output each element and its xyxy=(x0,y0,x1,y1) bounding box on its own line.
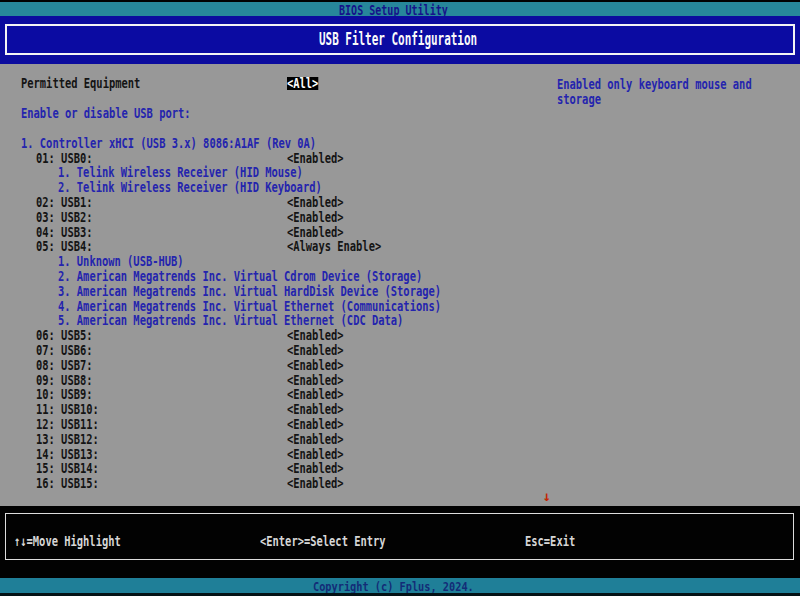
usb-row-label: 3. American Megatrends Inc. Virtual Hard… xyxy=(58,284,441,298)
usb-row-label: 08: USB7: xyxy=(36,358,93,372)
hint-exit: Esc=Exit xyxy=(525,534,575,548)
usb-list-row[interactable]: 15: USB14: <Enabled> xyxy=(0,461,800,476)
usb-list-row: 4. American Megatrends Inc. Virtual Ethe… xyxy=(0,299,800,314)
usb-row-label: 5. American Megatrends Inc. Virtual Ethe… xyxy=(58,313,403,327)
usb-row-label: 07: USB6: xyxy=(36,343,93,357)
usb-list-row[interactable]: 02: USB1: <Enabled> xyxy=(0,195,800,210)
bios-setup-screen: { "titlebar": { "title": "BIOS Setup Uti… xyxy=(0,0,800,596)
usb-row-label: 01: USB0: xyxy=(36,151,93,165)
permitted-equipment-label: Permitted Equipment xyxy=(21,76,140,90)
hint-move-highlight: ↑↓=Move Highlight xyxy=(14,534,121,548)
usb-list-row[interactable]: 13: USB12: <Enabled> xyxy=(0,432,800,447)
usb-list-row[interactable]: 05: USB4: <Always Enable> xyxy=(0,239,800,254)
usb-list-row[interactable]: 03: USB2: <Enabled> xyxy=(0,210,800,225)
usb-list-row[interactable]: 12: USB11: <Enabled> xyxy=(0,417,800,432)
usb-row-label: 15: USB14: xyxy=(36,461,99,475)
usb-row-label: 16: USB15: xyxy=(36,476,99,490)
usb-row-value: <Enabled> xyxy=(287,328,344,342)
usb-list-row[interactable]: 14: USB13: <Enabled> xyxy=(0,447,800,462)
usb-row-value: <Enabled> xyxy=(287,225,344,239)
help-text-line1: Enabled only keyboard mouse and xyxy=(557,77,752,91)
usb-list-row[interactable]: 04: USB3: <Enabled> xyxy=(0,225,800,240)
usb-list-row: 1. Unknown (USB-HUB) xyxy=(0,254,800,269)
usb-row-label: 1. Unknown (USB-HUB) xyxy=(58,254,184,268)
usb-list-row: 1. Telink Wireless Receiver (HID Mouse) xyxy=(0,165,800,180)
usb-list-row[interactable]: 10: USB9: <Enabled> xyxy=(0,387,800,402)
usb-row-label: 2. Telink Wireless Receiver (HID Keyboar… xyxy=(58,180,322,194)
usb-row-value: <Enabled> xyxy=(287,358,344,372)
help-text-line2: storage xyxy=(557,92,601,106)
usb-row-label: 14: USB13: xyxy=(36,447,99,461)
usb-row-label: 1. Telink Wireless Receiver (HID Mouse) xyxy=(58,165,303,179)
usb-list-row[interactable]: 16: USB15: <Enabled> xyxy=(0,476,800,491)
usb-row-value: <Enabled> xyxy=(287,417,344,431)
usb-row-label: 11: USB10: xyxy=(36,402,99,416)
usb-row-label: 03: USB2: xyxy=(36,210,93,224)
usb-list-row: 2. Telink Wireless Receiver (HID Keyboar… xyxy=(0,180,800,195)
usb-row-value: <Enabled> xyxy=(287,402,344,416)
usb-row-label: 02: USB1: xyxy=(36,195,93,209)
usb-list-row: 3. American Megatrends Inc. Virtual Hard… xyxy=(0,284,800,299)
usb-row-label: 12: USB11: xyxy=(36,417,99,431)
hotkey-box xyxy=(5,513,794,560)
usb-row-label: 4. American Megatrends Inc. Virtual Ethe… xyxy=(58,299,441,313)
usb-list-row: 2. American Megatrends Inc. Virtual Cdro… xyxy=(0,269,800,284)
usb-row-label: 13: USB12: xyxy=(36,432,99,446)
usb-row-label: 2. American Megatrends Inc. Virtual Cdro… xyxy=(58,269,422,283)
page-title: USB Filter Configuration xyxy=(319,30,477,48)
usb-row-value: <Enabled> xyxy=(287,210,344,224)
usb-list-row[interactable]: 01: USB0: <Enabled> xyxy=(0,151,800,166)
usb-row-label: 1. Controller xHCI (USB 3.x) 8086:A1AF (… xyxy=(21,136,316,150)
usb-list-row[interactable]: 07: USB6: <Enabled> xyxy=(0,343,800,358)
hint-select-entry: <Enter>=Select Entry xyxy=(260,534,386,548)
usb-row-value: <Enabled> xyxy=(287,387,344,401)
usb-list-row[interactable]: 06: USB5: <Enabled> xyxy=(0,328,800,343)
usb-list-row[interactable]: 09: USB8: <Enabled> xyxy=(0,373,800,388)
usb-row-label: 09: USB8: xyxy=(36,373,93,387)
usb-row-value: <Enabled> xyxy=(287,461,344,475)
section-label: Enable or disable USB port: xyxy=(21,106,191,120)
usb-row-label: 04: USB3: xyxy=(36,225,93,239)
usb-row-value: <Enabled> xyxy=(287,343,344,357)
usb-row-value: <Enabled> xyxy=(287,476,344,490)
copyright-text: Copyright (c) Fplus, 2024. xyxy=(313,580,474,593)
usb-row-value: <Enabled> xyxy=(287,195,344,209)
usb-list-row: 5. American Megatrends Inc. Virtual Ethe… xyxy=(0,313,800,328)
usb-list-row[interactable]: 08: USB7: <Enabled> xyxy=(0,358,800,373)
usb-row-label: 06: USB5: xyxy=(36,328,93,342)
usb-row-value: <Enabled> xyxy=(287,373,344,387)
usb-list-row: 1. Controller xHCI (USB 3.x) 8086:A1AF (… xyxy=(0,136,800,151)
usb-row-value: <Enabled> xyxy=(287,432,344,446)
usb-row-label: 10: USB9: xyxy=(36,387,93,401)
usb-row-value: <Enabled> xyxy=(287,447,344,461)
permitted-equipment-value[interactable]: <All> xyxy=(287,77,318,90)
titlebar-title: BIOS Setup Utility xyxy=(339,3,448,17)
usb-list-row[interactable]: 11: USB10: <Enabled> xyxy=(0,402,800,417)
usb-row-value: <Enabled> xyxy=(287,151,344,165)
usb-row-label: 05: USB4: xyxy=(36,239,93,253)
usb-row-value: <Always Enable> xyxy=(287,239,381,253)
scroll-down-icon: ↓ xyxy=(543,489,551,503)
